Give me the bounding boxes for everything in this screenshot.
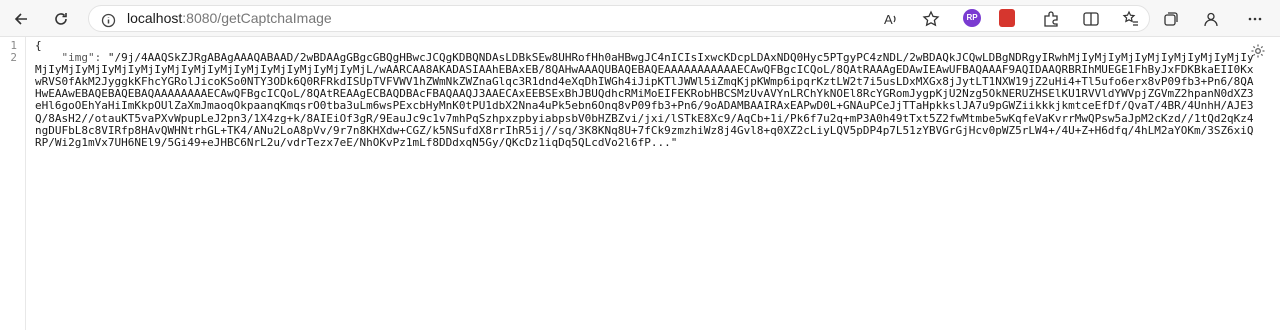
- favorite-icon[interactable]: [916, 4, 946, 33]
- more-icon[interactable]: [1240, 4, 1270, 33]
- line-number-gutter: 1 2: [0, 37, 26, 330]
- svg-text:A: A: [884, 12, 893, 27]
- settings-gear-icon[interactable]: [1250, 43, 1266, 59]
- split-screen-icon[interactable]: [1076, 4, 1106, 33]
- line-number: 2: [10, 51, 17, 64]
- json-key: "img":: [61, 51, 108, 65]
- profile-icon[interactable]: [1196, 4, 1226, 33]
- info-icon[interactable]: [101, 11, 116, 36]
- json-open-brace: {: [35, 39, 42, 52]
- extensions-icon[interactable]: [1036, 4, 1066, 33]
- json-string-value: "/9j/4AAQSkZJRgABAgAAAQABAAD/2wBDAAgGBgc…: [35, 51, 1254, 149]
- read-aloud-icon[interactable]: A: [876, 4, 906, 33]
- back-icon[interactable]: [6, 4, 36, 33]
- address-bar[interactable]: localhost:8080/getCaptchaImage: [88, 5, 1150, 32]
- url-path: :8080/getCaptchaImage: [182, 10, 332, 26]
- json-viewer: 1 2 { "img": "/9j/4AAQSkZJRgABAgAAAQABAA…: [0, 37, 1280, 330]
- profile-badge[interactable]: RP: [963, 9, 981, 27]
- collections-icon[interactable]: [1156, 4, 1186, 33]
- json-code: { "img": "/9j/4AAQSkZJRgABAgAAAQABAAD/2w…: [35, 39, 1257, 149]
- extension-red-icon[interactable]: [999, 9, 1015, 27]
- url-host: localhost: [127, 10, 183, 26]
- browser-toolbar: localhost:8080/getCaptchaImage A RP: [0, 0, 1280, 37]
- url-text[interactable]: localhost:8080/getCaptchaImage: [127, 6, 332, 31]
- favorites-bar-icon[interactable]: [1116, 4, 1146, 33]
- refresh-icon[interactable]: [46, 4, 76, 33]
